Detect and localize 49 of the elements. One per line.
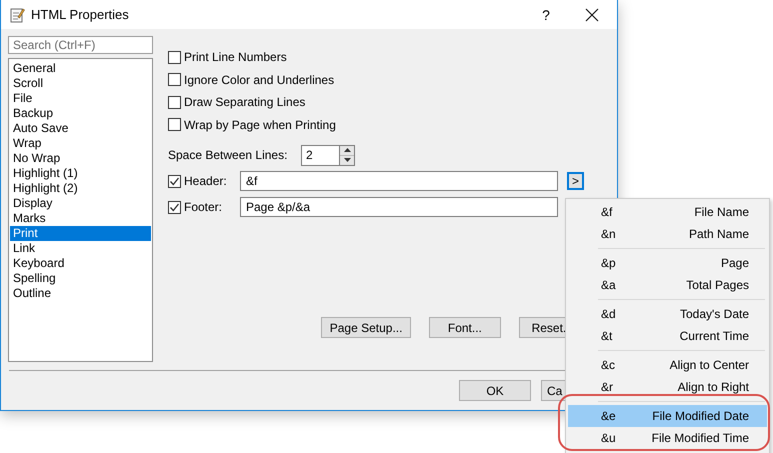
footer-field[interactable]: Page &p/&a [240, 197, 558, 218]
checkbox-label: Draw Separating Lines [184, 95, 306, 110]
category-item[interactable]: Outline [10, 286, 151, 302]
checkbox-label: Print Line Numbers [184, 50, 287, 64]
category-item[interactable]: General [10, 61, 151, 76]
checkbox-label: Wrap by Page when Printing [184, 118, 336, 132]
dialog-button[interactable]: OK [459, 380, 531, 402]
checkbox[interactable] [168, 174, 181, 188]
category-item[interactable]: No Wrap [10, 151, 151, 166]
category-item[interactable]: Marks [10, 211, 151, 226]
category-item[interactable]: Backup [10, 106, 151, 122]
category-item[interactable]: Auto Save [10, 121, 151, 136]
category-item[interactable]: Link [10, 241, 151, 256]
number-field[interactable]: 2 [301, 144, 339, 166]
menu-item[interactable]: &u File Modified Time [568, 427, 767, 449]
menu-item[interactable]: &e File Modified Date [568, 405, 767, 427]
menu-item[interactable]: &c Align to Center [568, 354, 767, 376]
checkbox[interactable] [168, 73, 181, 86]
category-item[interactable]: Spelling [10, 271, 151, 286]
category-item[interactable]: Keyboard [10, 256, 151, 272]
search-field[interactable]: Search (Ctrl+F) [8, 36, 153, 54]
checkbox[interactable] [168, 118, 181, 132]
category-item[interactable]: Wrap [10, 136, 151, 152]
category-item[interactable]: Highlight (1) [10, 166, 151, 182]
close-icon[interactable] [585, 8, 599, 22]
notepad-icon [9, 6, 25, 23]
category-item[interactable]: Print [10, 226, 151, 242]
menu-item[interactable]: &n Path Name [568, 223, 767, 245]
checkbox-label: Footer: [184, 200, 222, 214]
insert-menu-button[interactable]: > [567, 172, 584, 190]
panel-button[interactable]: Page Setup... [321, 317, 412, 338]
checkbox[interactable] [168, 96, 181, 109]
spacing-label: Space Between Lines: [168, 148, 288, 162]
category-item[interactable]: Highlight (2) [10, 181, 151, 196]
category-item[interactable]: File [10, 91, 151, 106]
category-item[interactable]: Display [10, 196, 151, 212]
menu-item[interactable]: &r Align to Right [568, 376, 767, 398]
help-button[interactable]: ? [529, 6, 563, 23]
menu-item[interactable]: &p Page [568, 252, 767, 274]
checkbox-label: Ignore Color and Underlines [184, 72, 334, 87]
category-item[interactable]: Scroll [10, 76, 151, 92]
checkbox[interactable] [168, 200, 181, 214]
menu-item[interactable]: &f File Name [568, 201, 767, 223]
menu-item[interactable]: &a Total Pages [568, 274, 767, 296]
checkbox-label: Header: [184, 174, 227, 188]
window-title: HTML Properties [31, 7, 130, 22]
header-field[interactable]: &f [240, 171, 558, 192]
checkbox[interactable] [168, 50, 181, 64]
panel-button[interactable]: Font... [429, 317, 501, 338]
